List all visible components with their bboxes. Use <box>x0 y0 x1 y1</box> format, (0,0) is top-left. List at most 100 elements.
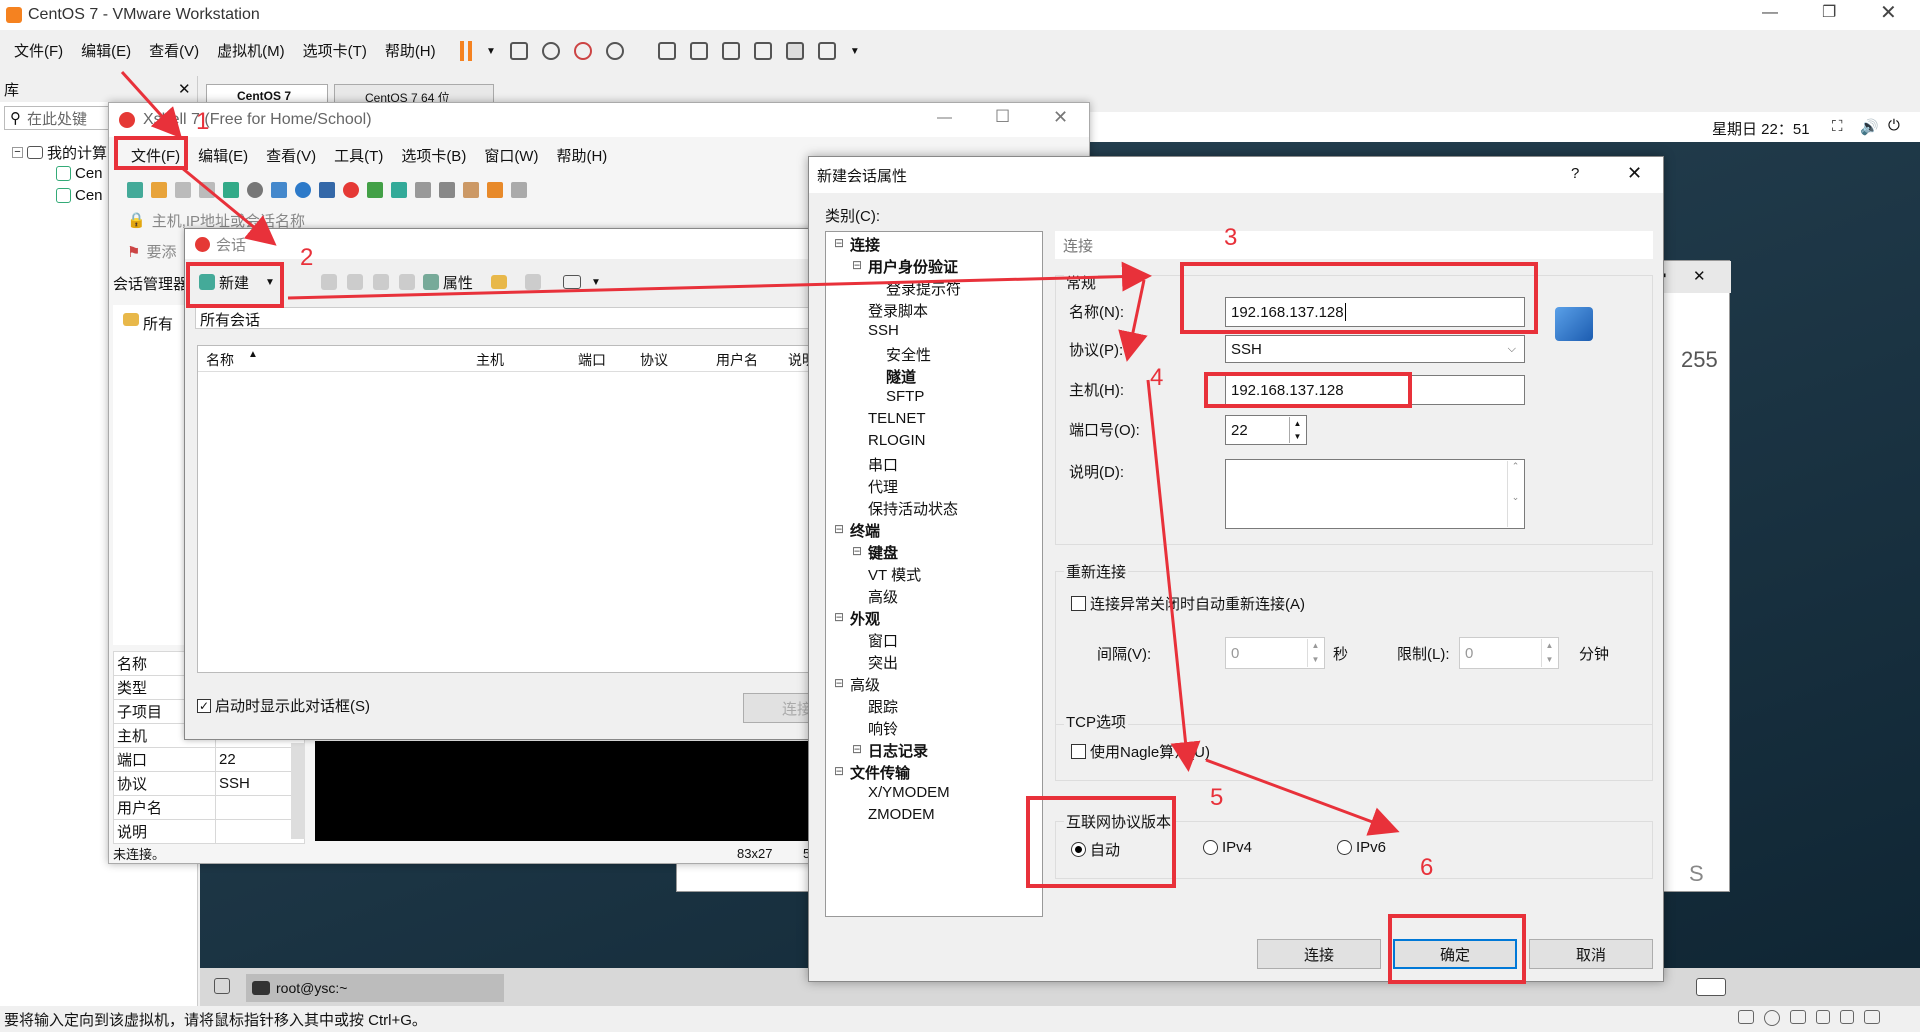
collapse-icon[interactable]: ⊟ <box>834 676 844 690</box>
category-tree-item[interactable]: 保持活动状态 <box>868 498 958 519</box>
category-tree-item[interactable]: SFTP <box>886 388 924 405</box>
col-host[interactable]: 主机 <box>476 350 504 370</box>
usb-icon[interactable] <box>1816 1010 1830 1024</box>
minimize-icon[interactable]: — <box>1762 4 1778 22</box>
vm-menu-tabs[interactable]: 选项卡(T) <box>303 40 367 61</box>
checkbox-checked[interactable]: ✓ <box>197 698 211 713</box>
category-tree[interactable]: 连接 ⊟ 用户身份验证 ⊟ 登录提示符 登录脚本 SSH 安全性 隧道 SFTP TELNET RLO… <box>825 231 1043 917</box>
close-icon[interactable]: ✕ <box>178 80 191 98</box>
interval-input[interactable]: 0 ▲ ▼ <box>1225 637 1325 669</box>
transfer-icon[interactable] <box>487 182 503 198</box>
fullscreen-icon[interactable] <box>721 42 740 60</box>
category-tree-item[interactable]: 安全性 <box>886 344 931 365</box>
vm-menu-edit[interactable]: 编辑(E) <box>81 40 131 61</box>
console-icon[interactable] <box>785 42 804 60</box>
vm-menu-file[interactable]: 文件(F) <box>14 40 63 61</box>
fullscreen-icon[interactable] <box>391 182 407 198</box>
collapse-icon[interactable]: − <box>12 147 23 158</box>
category-tree-item[interactable]: 代理 <box>868 476 898 497</box>
xs-menu-window[interactable]: 窗口(W) <box>484 145 538 166</box>
sound-icon[interactable] <box>1840 1010 1854 1024</box>
category-tree-item[interactable]: 键盘 <box>868 542 898 563</box>
dropdown-icon[interactable]: ▼ <box>591 277 601 288</box>
delete-icon[interactable] <box>398 274 415 290</box>
help-button[interactable]: ? <box>1571 165 1579 182</box>
textarea-scrollbar[interactable]: ⌃ ⌄ <box>1507 461 1523 527</box>
tree-all-sessions[interactable]: 所有 <box>123 313 173 334</box>
cd-icon[interactable] <box>1764 1010 1780 1026</box>
limit-input[interactable]: 0 ▲ ▼ <box>1459 637 1559 669</box>
category-tree-item[interactable]: 跟踪 <box>868 696 898 717</box>
keyboard-icon[interactable] <box>439 182 455 198</box>
folder-icon[interactable] <box>490 275 507 289</box>
copy-icon[interactable] <box>346 274 363 290</box>
description-textarea[interactable]: ⌃ ⌄ <box>1225 459 1525 529</box>
category-tree-item[interactable]: 响铃 <box>868 718 898 739</box>
col-protocol[interactable]: 协议 <box>640 350 668 370</box>
sessions-list[interactable]: 名称 ▲ 主机 端口 协议 用户名 说明 <box>197 345 824 673</box>
category-tree-item[interactable]: SSH <box>868 322 899 339</box>
xs-menu-view[interactable]: 查看(V) <box>266 145 316 166</box>
category-tree-item[interactable]: VT 模式 <box>868 564 921 585</box>
category-tree-item[interactable]: TELNET <box>868 410 926 427</box>
host-input[interactable]: 192.168.137.128 <box>1225 375 1525 405</box>
category-tree-item[interactable]: 窗口 <box>868 630 898 651</box>
radio-ipv6[interactable]: IPv6 <box>1337 839 1386 856</box>
vm-menu-vm[interactable]: 虚拟机(M) <box>217 40 285 61</box>
dialog-connect-button[interactable]: 连接 <box>1257 939 1381 969</box>
taskbar-terminal[interactable]: root@ysc:~ <box>246 974 504 1002</box>
radio-auto[interactable]: 自动 <box>1071 839 1120 860</box>
lock-icon[interactable] <box>415 182 431 198</box>
port-stepper[interactable]: ▲ ▼ <box>1289 417 1305 443</box>
collapse-icon[interactable]: ⊟ <box>834 236 844 250</box>
minimize-icon[interactable]: — <box>937 109 952 126</box>
cut-icon[interactable] <box>320 274 337 290</box>
category-tree-item[interactable]: 外观 <box>850 608 880 629</box>
snapshot-manager-icon[interactable] <box>605 42 624 60</box>
close-icon[interactable]: ✕ <box>1693 267 1706 285</box>
globe-icon[interactable] <box>295 182 311 198</box>
link-icon[interactable] <box>175 182 191 198</box>
xshell-icon[interactable] <box>343 182 359 198</box>
stretch-icon[interactable] <box>817 42 836 60</box>
restore-icon[interactable]: ❐ <box>1822 2 1836 22</box>
thumbnail-icon[interactable] <box>689 42 708 60</box>
category-tree-item[interactable]: 串口 <box>868 454 898 475</box>
library-tree-item[interactable]: Cen <box>56 165 103 182</box>
port-input[interactable]: 22 ▲ ▼ <box>1225 415 1307 445</box>
library-tree-item[interactable]: Cen <box>56 187 103 204</box>
maximize-icon[interactable]: ☐ <box>995 107 1010 127</box>
dropdown-icon[interactable]: ▼ <box>850 46 860 57</box>
xs-menu-file[interactable]: 文件(F) <box>131 145 180 166</box>
collapse-icon[interactable]: ⊟ <box>852 544 862 558</box>
name-input[interactable]: 192.168.137.128 <box>1225 297 1525 327</box>
category-tree-item[interactable]: 高级 <box>850 674 880 695</box>
unlink-icon[interactable] <box>199 182 215 198</box>
library-tree-root[interactable]: − 我的计算 <box>12 142 107 163</box>
export-icon[interactable] <box>524 274 541 290</box>
paste-icon[interactable] <box>372 274 389 290</box>
font-icon[interactable] <box>319 182 335 198</box>
radio-ipv4[interactable]: IPv4 <box>1203 839 1252 856</box>
category-tree-item[interactable]: 连接 <box>850 234 880 255</box>
sidebar-toggle-icon[interactable] <box>657 42 676 60</box>
dropdown-icon[interactable]: ▼ <box>265 277 275 288</box>
collapse-icon[interactable]: ⊟ <box>834 764 844 778</box>
close-icon[interactable]: ✕ <box>1880 0 1897 25</box>
startup-checkbox-row[interactable]: ✓ 启动时显示此对话框(S) <box>197 695 370 716</box>
category-tree-item[interactable]: 高级 <box>868 586 898 607</box>
search-icon[interactable] <box>247 182 263 198</box>
ok-button[interactable]: 确定 <box>1393 939 1517 969</box>
settings-icon[interactable] <box>223 182 239 198</box>
xs-menu-tabs[interactable]: 选项卡(B) <box>401 145 466 166</box>
checkbox-unchecked[interactable] <box>1071 596 1086 611</box>
open-folder-icon[interactable] <box>151 182 167 198</box>
show-desktop-icon[interactable] <box>214 978 230 994</box>
col-name[interactable]: 名称 <box>206 350 234 370</box>
collapse-icon[interactable]: ⊟ <box>834 522 844 536</box>
category-tree-item[interactable]: ZMODEM <box>868 806 935 823</box>
pause-icon[interactable] <box>460 41 472 61</box>
network-adapter-icon[interactable] <box>1790 1010 1806 1024</box>
view-icon[interactable] <box>562 275 581 289</box>
cancel-button[interactable]: 取消 <box>1529 939 1653 969</box>
